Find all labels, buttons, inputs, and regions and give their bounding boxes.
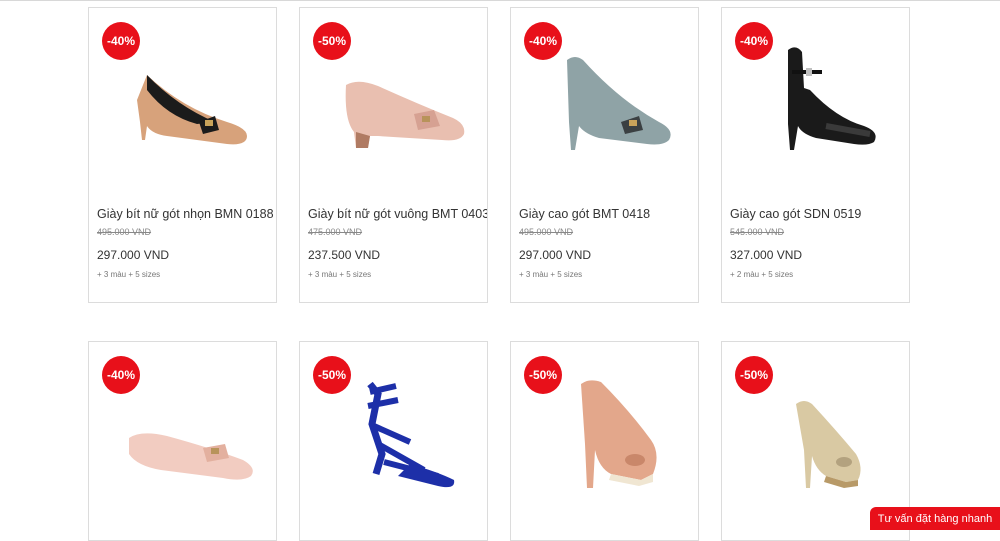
discount-badge: -40% bbox=[102, 356, 140, 394]
old-price: 495.000 VND bbox=[519, 227, 574, 237]
sale-price: 297.000 VND bbox=[97, 248, 170, 262]
product-name[interactable]: Giày cao gót BMT 0418 bbox=[519, 207, 650, 221]
top-divider bbox=[0, 0, 1000, 1]
discount-badge: -50% bbox=[313, 22, 351, 60]
product-card[interactable]: -50% Giày bít nữ gót vuông BMT 0403 475.… bbox=[299, 7, 488, 303]
discount-badge: -40% bbox=[524, 22, 562, 60]
old-price: 495.000 VND bbox=[97, 227, 152, 237]
variants-info: + 3 màu + 5 sizes bbox=[97, 270, 161, 279]
product-card[interactable]: -40% Giày cao gót BMT 0418 495.000 VND 2… bbox=[510, 7, 699, 303]
product-card[interactable]: -50% bbox=[299, 341, 488, 541]
variants-info: + 3 màu + 5 sizes bbox=[519, 270, 583, 279]
product-card[interactable]: -40% bbox=[88, 341, 277, 541]
variants-info: + 2 màu + 5 sizes bbox=[730, 270, 794, 279]
quick-order-button[interactable]: Tư vấn đặt hàng nhanh bbox=[870, 507, 1000, 530]
discount-badge: -50% bbox=[735, 356, 773, 394]
product-card[interactable]: -40% Giày bít nữ gót nhọn BMN 0188 495.0… bbox=[88, 7, 277, 303]
discount-badge: -50% bbox=[524, 356, 562, 394]
product-card[interactable]: -40% Giày cao gót SDN 0519 545.000 VND 3… bbox=[721, 7, 910, 303]
discount-badge: -50% bbox=[313, 356, 351, 394]
variants-info: + 3 màu + 5 sizes bbox=[308, 270, 372, 279]
product-name[interactable]: Giày bít nữ gót vuông BMT 0403 bbox=[308, 207, 487, 221]
old-price: 475.000 VND bbox=[308, 227, 363, 237]
product-card[interactable]: -50% bbox=[510, 341, 699, 541]
discount-badge: -40% bbox=[735, 22, 773, 60]
sale-price: 237.500 VND bbox=[308, 248, 381, 262]
discount-badge: -40% bbox=[102, 22, 140, 60]
old-price: 545.000 VND bbox=[730, 227, 785, 237]
sale-price: 297.000 VND bbox=[519, 248, 592, 262]
product-name[interactable]: Giày cao gót SDN 0519 bbox=[730, 207, 861, 221]
sale-price: 327.000 VND bbox=[730, 248, 803, 262]
product-name[interactable]: Giày bít nữ gót nhọn BMN 0188 bbox=[97, 207, 274, 221]
